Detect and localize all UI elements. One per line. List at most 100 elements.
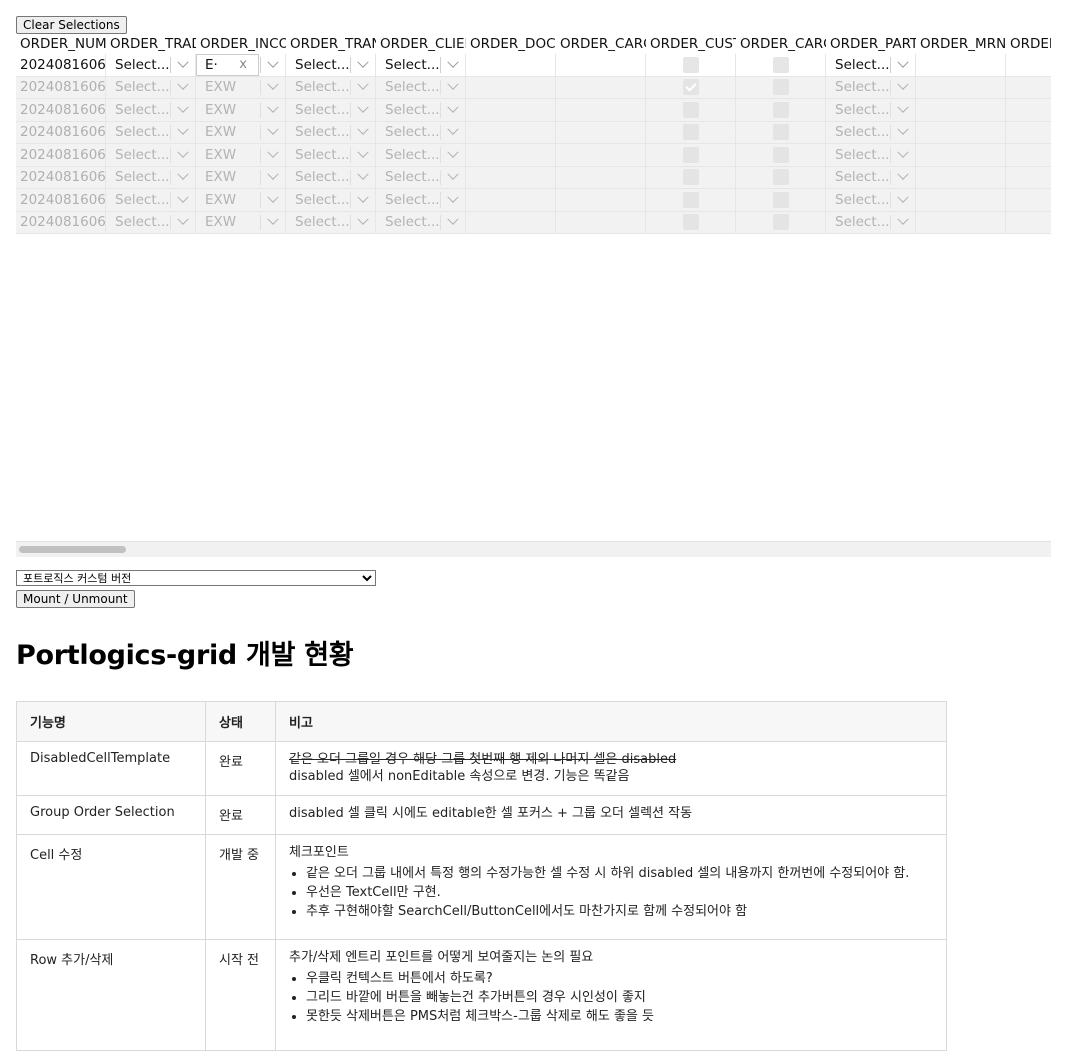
version-select[interactable]: 포트로직스 커스텀 버전 — [16, 570, 376, 586]
column-header[interactable]: ORDER_CARGO — [556, 34, 646, 54]
checkbox-checked — [682, 79, 699, 96]
table-row[interactable]: 20240816065 Select... EXW Select... Select..… — [16, 211, 1051, 234]
column-header[interactable]: ORDER_MRN — [916, 34, 1006, 54]
empty-cell[interactable] — [556, 54, 646, 77]
chevron-down-icon — [177, 168, 189, 181]
select-placeholder: Select... — [115, 146, 170, 163]
checkbox[interactable] — [772, 56, 789, 73]
chevron-down-icon — [177, 101, 189, 113]
select-cell: Select... — [826, 76, 916, 99]
chevron-down-icon — [897, 191, 909, 203]
incoterms-select-cell[interactable]: x E· — [196, 54, 286, 77]
select-cell: Select... — [376, 99, 466, 122]
chevron-down-icon — [177, 213, 189, 226]
empty-cell[interactable] — [916, 54, 1006, 77]
grid-horizontal-scrollbar[interactable] — [16, 541, 1051, 557]
chevron-down-icon — [177, 123, 189, 136]
column-header[interactable]: ORDER_CLIENT — [376, 34, 466, 54]
empty-cell[interactable] — [466, 54, 556, 77]
checkbox — [772, 101, 789, 118]
order-number-cell: 20240816065 — [16, 121, 106, 144]
select-cell[interactable]: Select... — [286, 54, 376, 77]
column-header[interactable]: ORDER_TRADE — [106, 34, 196, 54]
checkbox — [772, 191, 789, 208]
select-cell: Select... — [286, 211, 376, 234]
dropdown-toggle — [890, 101, 915, 118]
select-cell: Select... — [106, 121, 196, 144]
incoterms-select-cell: EXW — [196, 189, 286, 212]
chevron-down-icon — [447, 78, 459, 91]
grid-header-row: ORDER_NUMBERORDER_TRADEORDER_INCOTERMSOR… — [16, 34, 1051, 54]
table-row[interactable]: 20240816065 Select... EXW Select... Select..… — [16, 144, 1051, 167]
table-row[interactable]: 20240816065 Select... EXW Select... Select..… — [16, 99, 1051, 122]
checkbox[interactable] — [682, 56, 699, 73]
incoterms-select-cell: EXW — [196, 211, 286, 234]
empty-cell — [1006, 76, 1051, 99]
column-header[interactable]: ORDER_DOCUMENT — [466, 34, 556, 54]
header-status: 상태 — [205, 701, 276, 742]
table-row[interactable]: 20240816065 Select... EXW Select... Select..… — [16, 121, 1051, 144]
dropdown-toggle — [440, 168, 465, 185]
chevron-down-icon — [357, 56, 369, 68]
chevron-down-icon — [357, 168, 369, 181]
dropdown-toggle — [350, 168, 375, 185]
chevron-down-icon — [267, 101, 279, 113]
chevron-down-icon — [177, 146, 189, 158]
column-header[interactable]: ORDER_CARGO — [736, 34, 826, 54]
column-header[interactable]: ORDER_PARTNER — [826, 34, 916, 54]
order-number-cell: 20240816065 — [16, 166, 106, 189]
dropdown-toggle — [350, 123, 375, 140]
table-row[interactable]: 20240816065 Select... x E· Select... Select..… — [16, 54, 1051, 77]
dropdown-toggle[interactable] — [350, 56, 375, 73]
select-cell: Select... — [826, 144, 916, 167]
column-header[interactable]: ORDER_NUMBER — [16, 34, 106, 54]
scrollbar-thumb[interactable] — [19, 546, 126, 553]
column-header[interactable]: ORDER_ — [1006, 34, 1051, 54]
empty-cell — [556, 166, 646, 189]
table-row[interactable]: 20240816065 Select... EXW Select... Select..… — [16, 189, 1051, 212]
chevron-down-icon — [447, 191, 459, 203]
table-row[interactable]: 20240816065 Select... EXW Select... Select..… — [16, 166, 1051, 189]
column-header[interactable]: ORDER_TRANSPORT — [286, 34, 376, 54]
dropdown-toggle[interactable] — [890, 56, 915, 73]
checkbox — [772, 169, 789, 186]
checkbox-cell — [736, 121, 826, 144]
empty-cell — [1006, 211, 1051, 234]
select-placeholder: Select... — [295, 56, 350, 73]
dropdown-toggle — [170, 168, 195, 185]
feature-status: 개발 중 — [205, 834, 276, 940]
checkbox-cell[interactable] — [736, 54, 826, 77]
empty-cell — [466, 166, 556, 189]
dropdown-toggle — [440, 78, 465, 95]
mount-unmount-button[interactable]: Mount / Unmount — [16, 590, 135, 608]
dropdown-toggle[interactable] — [440, 56, 465, 73]
table-row: Cell 수정 개발 중 체크포인트 같은 오더 그룹 내에서 특정 행의 수정… — [16, 834, 947, 940]
checkbox-cell[interactable] — [646, 54, 736, 77]
table-row[interactable]: 20240816065 Select... EXW Select... Select..… — [16, 76, 1051, 99]
clear-selections-button[interactable]: Clear Selections — [16, 16, 127, 34]
header-feature: 기능명 — [16, 701, 206, 742]
select-cell: Select... — [106, 144, 196, 167]
dropdown-toggle[interactable] — [260, 56, 285, 73]
dropdown-toggle[interactable] — [170, 56, 195, 73]
checkbox-cell — [646, 144, 736, 167]
column-header[interactable]: ORDER_CUSTOMS — [646, 34, 736, 54]
select-cell[interactable]: Select... — [376, 54, 466, 77]
select-placeholder: Select... — [295, 169, 350, 186]
clear-icon[interactable]: x — [239, 57, 247, 72]
empty-cell — [556, 76, 646, 99]
select-cell[interactable]: Select... — [106, 54, 196, 77]
column-header[interactable]: ORDER_INCOTERMS — [196, 34, 286, 54]
select-cell: Select... — [106, 166, 196, 189]
status-table-header: 기능명 상태 비고 — [16, 701, 947, 742]
data-grid: ORDER_NUMBERORDER_TRADEORDER_INCOTERMSOR… — [16, 34, 1051, 236]
select-cell[interactable]: Select... — [826, 54, 916, 77]
order-number-cell: 20240816065 — [16, 99, 106, 122]
select-placeholder: Select... — [115, 191, 170, 208]
feature-note: disabled 셀 클릭 시에도 editable한 셀 포커스 + 그룹 오… — [275, 795, 947, 835]
empty-cell[interactable] — [1006, 54, 1051, 77]
order-number-cell[interactable]: 20240816065 — [16, 54, 106, 77]
table-row: Row 추가/삭제 시작 전 추가/삭제 엔트리 포인트를 어떻게 보여줄지는 … — [16, 939, 947, 1051]
dropdown-toggle — [260, 101, 285, 118]
chevron-down-icon — [897, 213, 909, 226]
